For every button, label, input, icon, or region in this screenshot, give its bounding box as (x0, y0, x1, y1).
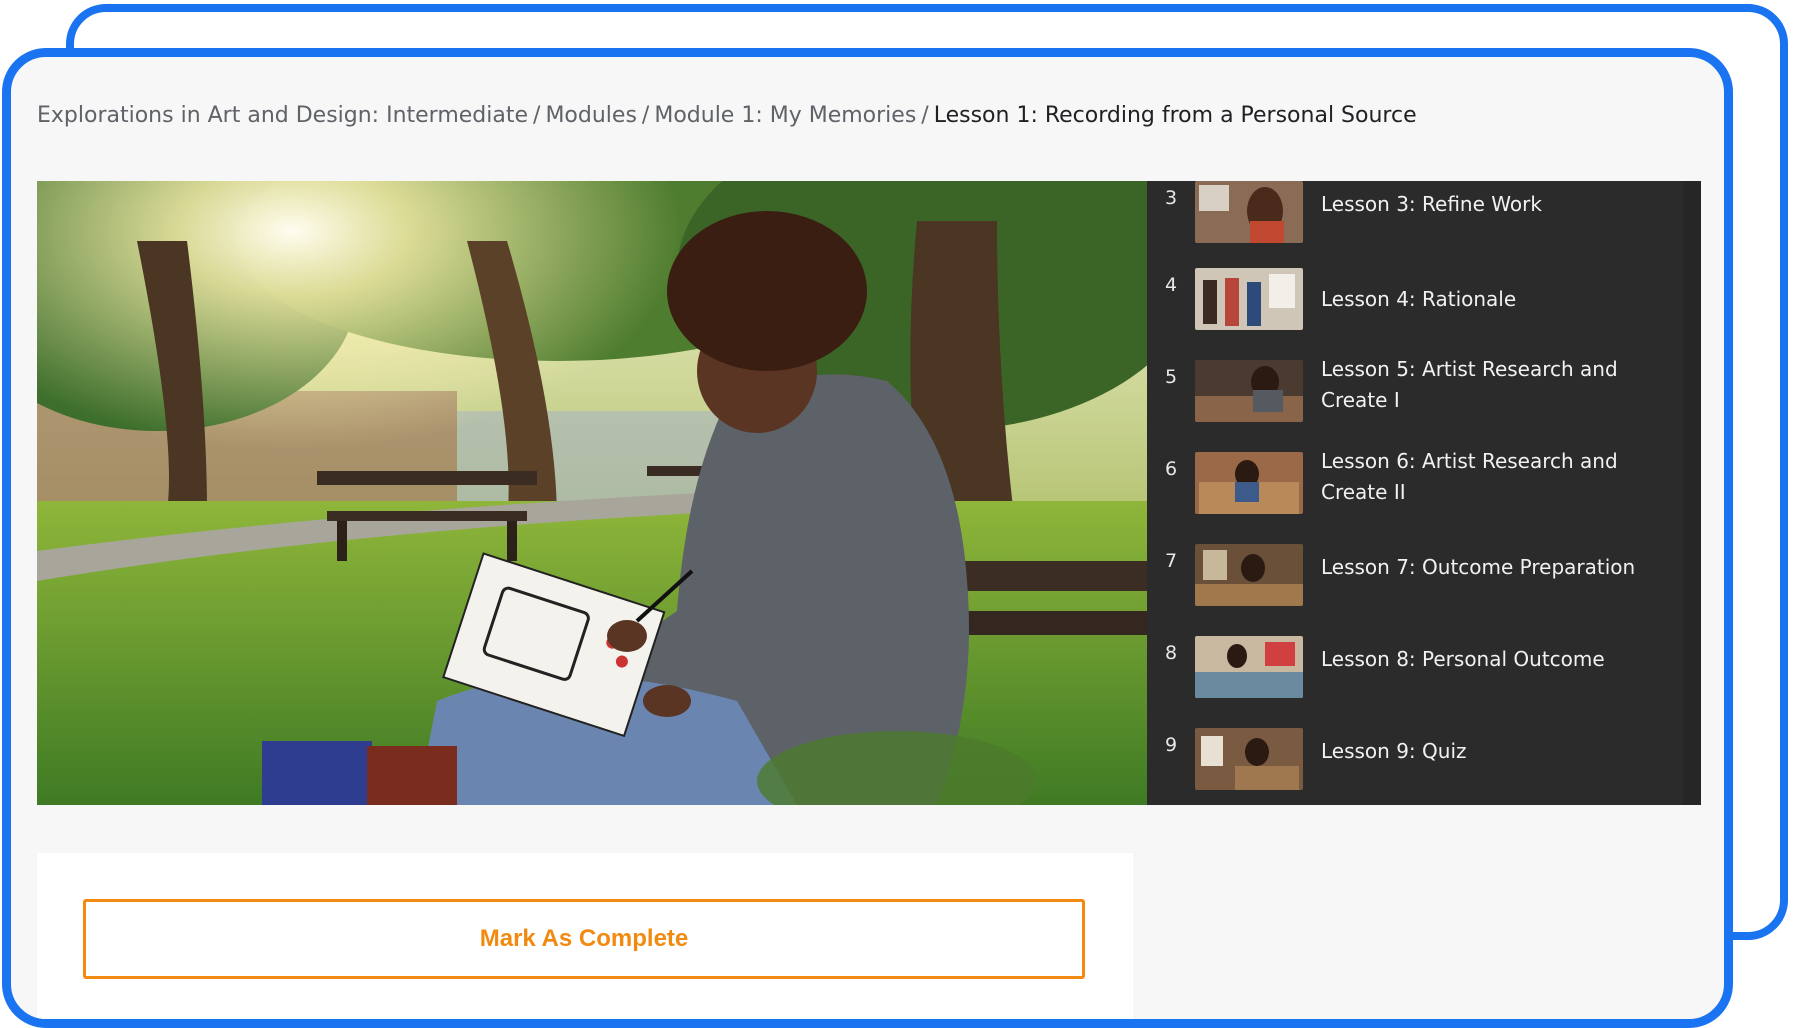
breadcrumb-separator: / (533, 103, 541, 128)
breadcrumb-course[interactable]: Explorations in Art and Design: Intermed… (37, 103, 528, 128)
lesson-number: 7 (1165, 550, 1178, 572)
lesson-thumbnail-icon (1195, 636, 1303, 698)
lesson-title: Lesson 3: Refine Work (1321, 192, 1542, 216)
completion-panel: Mark As Complete (37, 853, 1133, 1019)
lesson-title: Lesson 4: Rationale (1321, 287, 1517, 311)
breadcrumb-separator: / (921, 103, 929, 128)
lesson-hero-image (37, 181, 1147, 805)
lesson-thumbnail-icon (1195, 360, 1303, 422)
lesson-thumbnail-icon (1195, 728, 1303, 790)
playlist-item-lesson-8[interactable]: 8 Lesson 8: Personal Outcome (1147, 636, 1677, 716)
breadcrumb-module[interactable]: Module 1: My Memories (654, 103, 916, 128)
lesson-number: 9 (1165, 734, 1178, 756)
lesson-thumbnail-icon (1195, 181, 1303, 243)
lesson-title: Lesson 9: Quiz (1321, 739, 1467, 763)
course-lesson-window: Explorations in Art and Design: Intermed… (2, 48, 1733, 1028)
mark-as-complete-button[interactable]: Mark As Complete (83, 899, 1085, 979)
playlist-item-lesson-4[interactable]: 4 Lesson 4: Rationale (1147, 268, 1677, 348)
lesson-title: Lesson 6: Artist Research and Create II (1321, 449, 1618, 504)
breadcrumb-modules[interactable]: Modules (545, 103, 636, 128)
lesson-number: 8 (1165, 642, 1178, 664)
lesson-thumbnail-icon (1195, 452, 1303, 514)
breadcrumb: Explorations in Art and Design: Intermed… (37, 103, 1417, 128)
lesson-title: Lesson 8: Personal Outcome (1321, 647, 1605, 671)
playlist-scrollbar[interactable] (1683, 181, 1701, 805)
lesson-number: 6 (1165, 458, 1178, 480)
lesson-title: Lesson 7: Outcome Preparation (1321, 555, 1636, 579)
lesson-title: Lesson 5: Artist Research and Create I (1321, 357, 1618, 412)
playlist-item-lesson-5[interactable]: 5 Lesson 5: Artist Research and Create I (1147, 357, 1677, 440)
playlist-item-lesson-7[interactable]: 7 Lesson 7: Outcome Preparation (1147, 544, 1677, 624)
lesson-number: 4 (1165, 274, 1178, 296)
playlist-item-lesson-6[interactable]: 6 Lesson 6: Artist Research and Create I… (1147, 449, 1677, 532)
breadcrumb-separator: / (641, 103, 650, 128)
lesson-playlist: 3 Lesson 3: Refine Work 4 Lesson 4: Rati… (1147, 181, 1701, 805)
park-sketch-illustration (37, 181, 1147, 805)
playlist-item-lesson-3[interactable]: 3 Lesson 3: Refine Work (1147, 181, 1677, 261)
breadcrumb-current-lesson: Lesson 1: Recording from a Personal Sour… (933, 103, 1417, 128)
lesson-thumbnail-icon (1195, 268, 1303, 330)
lesson-thumbnail-icon (1195, 544, 1303, 606)
playlist-item-lesson-9[interactable]: 9 Lesson 9: Quiz (1147, 728, 1677, 805)
lesson-number: 5 (1165, 366, 1178, 388)
lesson-number: 3 (1165, 187, 1178, 209)
